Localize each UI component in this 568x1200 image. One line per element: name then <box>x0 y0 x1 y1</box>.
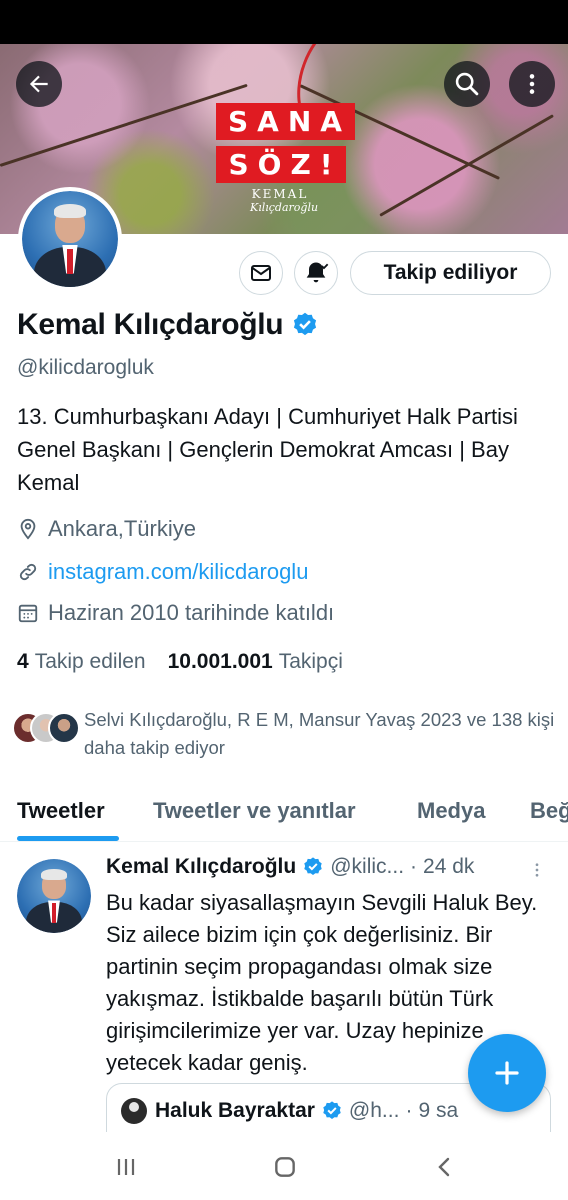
tab-tweets-and-replies[interactable]: Tweetler ve yanıtlar <box>153 798 356 824</box>
tweet-author-name[interactable]: Kemal Kılıçdaroğlu <box>106 855 296 879</box>
notifications-button[interactable] <box>294 251 338 295</box>
verified-badge-icon[interactable] <box>291 311 319 339</box>
location-text: Ankara,Türkiye <box>48 516 196 541</box>
following-count: 4 <box>17 650 29 673</box>
banner-signature-bottom: Kılıçdaroğlu <box>250 201 319 214</box>
profile-handle: @kilicdarogluk <box>17 356 154 379</box>
status-bar <box>0 0 568 44</box>
profile-link-row: instagram.com/kilicdaroglu <box>17 559 308 585</box>
home-icon <box>275 1157 295 1177</box>
profile-tabs: Tweetler Tweetler ve yanıtlar Medya Beğ <box>0 780 568 842</box>
following-button[interactable]: Takip ediliyor <box>350 251 551 295</box>
link-icon <box>17 561 39 583</box>
more-vertical-icon <box>529 74 535 94</box>
profile-bio: 13. Cumhurbaşkanı Adayı | Cumhuriyet Hal… <box>17 404 518 495</box>
avatar-photo <box>17 859 91 933</box>
quoted-author-name: Haluk Bayraktar <box>155 1099 315 1122</box>
quoted-separator: · <box>405 1099 413 1122</box>
search-icon <box>455 72 479 96</box>
profile-website-link[interactable]: instagram.com/kilicdaroglu <box>48 559 308 585</box>
follow-counts: 4 Takip edilen 10.001.001 Takipçi <box>17 650 365 674</box>
followers-count-link[interactable]: 10.001.001 Takipçi <box>168 650 343 674</box>
followers-you-know-text: Selvi Kılıçdaroğlu, R E M, Mansur Yavaş … <box>84 709 555 758</box>
envelope-icon <box>251 265 271 281</box>
back-nav-button[interactable] <box>425 1152 465 1182</box>
system-navigation-bar <box>0 1132 568 1200</box>
profile-name: Kemal Kılıçdaroğlu <box>17 308 284 341</box>
tweet-timestamp[interactable]: 24 dk <box>423 855 474 879</box>
chevron-left-icon <box>438 1157 450 1177</box>
quoted-tweet-header: Haluk Bayraktar @h... · 9 sa <box>121 1098 458 1124</box>
avatar-tie <box>51 903 57 923</box>
avatar-photo <box>22 191 118 287</box>
message-button[interactable] <box>239 251 283 295</box>
verified-badge-icon <box>302 856 324 878</box>
quoted-author-avatar <box>121 1098 147 1124</box>
banner-signature-top: KEMAL <box>251 187 309 201</box>
avatar-hair <box>53 204 87 218</box>
verified-badge-icon <box>321 1100 343 1122</box>
tab-likes[interactable]: Beğ <box>530 798 568 824</box>
plus-icon <box>495 1061 519 1085</box>
quoted-author-handle: @h... <box>348 1099 400 1122</box>
compose-tweet-button[interactable] <box>468 1034 546 1112</box>
following-label: Takip edilen <box>34 650 146 673</box>
arrow-left-icon <box>29 75 48 93</box>
profile-joined: Haziran 2010 tarihinde katıldı <box>17 600 334 626</box>
banner-branch <box>379 114 554 217</box>
calendar-icon <box>17 602 39 624</box>
tweet-more-button[interactable] <box>528 859 546 886</box>
more-options-button[interactable] <box>509 61 555 107</box>
following-count-link[interactable]: 4 Takip edilen <box>17 650 146 674</box>
profile-avatar[interactable] <box>18 187 122 291</box>
followers-you-know[interactable]: Selvi Kılıçdaroğlu, R E M, Mansur Yavaş … <box>12 706 557 762</box>
tab-tweets[interactable]: Tweetler <box>17 798 105 824</box>
home-button[interactable] <box>265 1152 305 1182</box>
recent-apps-button[interactable] <box>106 1152 146 1182</box>
search-button[interactable] <box>444 61 490 107</box>
joined-text: Haziran 2010 tarihinde katıldı <box>48 600 335 625</box>
avatar-tie <box>67 248 73 274</box>
active-tab-indicator <box>17 836 119 841</box>
recent-apps-icon <box>117 1159 135 1175</box>
bell-check-icon <box>306 262 329 283</box>
banner-title: SANA SÖZ! <box>216 100 355 186</box>
more-vertical-icon <box>535 863 539 877</box>
mutual-avatar <box>48 712 80 744</box>
profile-location: Ankara,Türkiye <box>17 516 196 542</box>
banner-title-line-1: SANA <box>216 103 355 140</box>
tweet-author-handle: @kilic... <box>330 855 405 878</box>
mutual-avatars <box>12 712 82 748</box>
profile-name-row: Kemal Kılıçdaroğlu <box>17 308 319 342</box>
tweet-header: Kemal Kılıçdaroğlu @kilic... · 24 dk <box>106 855 556 879</box>
back-button[interactable] <box>16 61 62 107</box>
location-pin-icon <box>17 518 39 540</box>
tweet-separator: · <box>410 855 418 878</box>
avatar-hair <box>41 869 67 880</box>
followers-label: Takipçi <box>278 650 343 673</box>
followers-count: 10.001.001 <box>167 650 273 673</box>
banner-signature: KEMAL Kılıçdaroğlu <box>250 187 319 215</box>
banner-title-line-2: SÖZ! <box>216 146 346 183</box>
quoted-timestamp: 9 sa <box>418 1099 459 1122</box>
tab-media[interactable]: Medya <box>417 798 485 824</box>
tweet-author-avatar[interactable] <box>17 859 91 933</box>
